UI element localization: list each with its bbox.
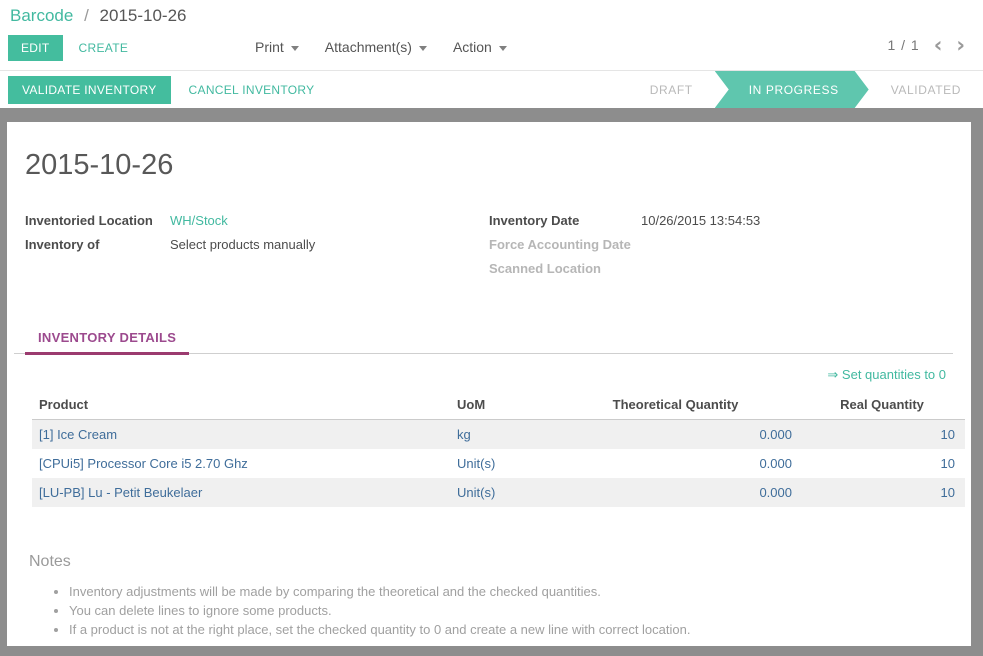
notes-list: Inventory adjustments will be made by co… — [69, 583, 953, 640]
attachments-menu[interactable]: Attachment(s) — [325, 39, 427, 55]
cell-real-quantity[interactable]: 10 — [802, 449, 965, 478]
field-inventory-date: Inventory Date 10/26/2015 13:54:53 — [489, 213, 953, 228]
action-menus: Print Attachment(s) Action — [255, 39, 507, 55]
set-quantities-container: ⇒ Set quantities to 0 — [7, 366, 946, 384]
breadcrumb-separator: / — [84, 6, 89, 25]
sheet-frame: 2015-10-26 Inventoried Location WH/Stock… — [0, 108, 983, 656]
table-row[interactable]: [1] Ice Cream kg 0.000 10 — [32, 419, 965, 450]
table-header-row: Product UoM Theoretical Quantity Real Qu… — [32, 390, 965, 420]
record-buttons: EDIT CREATE — [8, 35, 138, 61]
field-label: Scanned Location — [489, 261, 601, 276]
record-pager: 1 / 1 ‹ › — [887, 35, 965, 56]
field-label: Force Accounting Date — [489, 237, 631, 252]
previous-record-icon[interactable]: ‹ — [934, 35, 943, 56]
state-draft[interactable]: DRAFT — [628, 71, 715, 108]
inventoried-location-link[interactable]: WH/Stock — [170, 213, 228, 228]
cell-product[interactable]: [1] Ice Cream — [32, 420, 450, 450]
field-force-accounting-date: Force Accounting Date — [489, 237, 953, 252]
notes-section: Notes Inventory adjustments will be made… — [29, 553, 953, 640]
note-item: Inventory adjustments will be made by co… — [69, 583, 953, 602]
chevron-down-icon — [290, 45, 299, 51]
inventory-date-value: 10/26/2015 13:54:53 — [641, 213, 761, 228]
header-uom: UoM — [450, 390, 552, 420]
breadcrumb: Barcode / 2015-10-26 — [10, 6, 187, 26]
state-validated[interactable]: VALIDATED — [869, 71, 983, 108]
field-inventory-of: Inventory of Select products manually — [25, 237, 489, 252]
cell-real-quantity[interactable]: 10 — [802, 420, 965, 450]
print-menu-label: Print — [255, 39, 284, 55]
cell-real-quantity[interactable]: 10 — [802, 478, 965, 507]
record-title: 2015-10-26 — [25, 149, 174, 181]
header-product: Product — [32, 390, 450, 420]
header-real-quantity: Real Quantity — [802, 390, 965, 420]
cell-uom[interactable]: Unit(s) — [450, 478, 552, 507]
inventory-lines-table: Product UoM Theoretical Quantity Real Qu… — [32, 390, 965, 507]
field-inventoried-location: Inventoried Location WH/Stock — [25, 213, 489, 228]
set-quantities-to-zero-link[interactable]: ⇒ Set quantities to 0 — [827, 367, 946, 382]
cancel-inventory-button[interactable]: CANCEL INVENTORY — [179, 77, 325, 103]
action-menu-label: Action — [452, 39, 492, 55]
cell-theoretical-quantity[interactable]: 0.000 — [552, 478, 802, 507]
field-label: Inventory of — [25, 237, 100, 252]
breadcrumb-parent-link[interactable]: Barcode — [10, 6, 73, 25]
inventory-of-value: Select products manually — [170, 237, 316, 252]
field-label: Inventory Date — [489, 213, 580, 228]
notes-heading: Notes — [29, 553, 71, 570]
attachments-menu-label: Attachment(s) — [324, 39, 412, 55]
cell-uom[interactable]: Unit(s) — [450, 449, 552, 478]
cell-theoretical-quantity[interactable]: 0.000 — [552, 420, 802, 450]
status-bar: VALIDATE INVENTORY CANCEL INVENTORY DRAF… — [0, 71, 983, 108]
status-bar-buttons: VALIDATE INVENTORY CANCEL INVENTORY — [8, 75, 325, 104]
print-menu[interactable]: Print — [255, 39, 299, 55]
field-group: Inventoried Location WH/Stock Inventory … — [25, 213, 953, 285]
table-row[interactable]: [LU-PB] Lu - Petit Beukelaer Unit(s) 0.0… — [32, 478, 965, 507]
tab-inventory-details[interactable]: INVENTORY DETAILS — [25, 322, 190, 355]
field-label: Inventoried Location — [25, 213, 153, 228]
state-in-progress[interactable]: IN PROGRESS — [715, 71, 869, 108]
header-theoretical-quantity: Theoretical Quantity — [552, 390, 802, 420]
notebook-tabs: INVENTORY DETAILS — [14, 322, 953, 355]
field-column-right: Inventory Date 10/26/2015 13:54:53 Force… — [489, 213, 953, 285]
chevron-down-icon — [418, 45, 427, 51]
create-button[interactable]: CREATE — [69, 35, 139, 61]
field-column-left: Inventoried Location WH/Stock Inventory … — [25, 213, 489, 285]
status-pipeline: DRAFT IN PROGRESS VALIDATED — [628, 71, 983, 108]
chevron-down-icon — [498, 45, 507, 51]
edit-button[interactable]: EDIT — [8, 35, 63, 61]
note-item: If a product is not at the right place, … — [69, 621, 953, 640]
top-bar: Barcode / 2015-10-26 EDIT CREATE Print A… — [0, 0, 983, 71]
breadcrumb-current: 2015-10-26 — [99, 6, 187, 25]
note-item: You can delete lines to ignore some prod… — [69, 602, 953, 621]
next-record-icon[interactable]: › — [956, 35, 965, 56]
cell-theoretical-quantity[interactable]: 0.000 — [552, 449, 802, 478]
form-sheet: 2015-10-26 Inventoried Location WH/Stock… — [7, 122, 971, 646]
cell-product[interactable]: [CPUi5] Processor Core i5 2.70 Ghz — [32, 449, 450, 478]
field-scanned-location: Scanned Location — [489, 261, 953, 276]
cell-uom[interactable]: kg — [450, 420, 552, 450]
validate-inventory-button[interactable]: VALIDATE INVENTORY — [8, 75, 171, 104]
table-row[interactable]: [CPUi5] Processor Core i5 2.70 Ghz Unit(… — [32, 449, 965, 478]
action-menu[interactable]: Action — [453, 39, 507, 55]
pager-count: 1 / 1 — [887, 37, 920, 53]
cell-product[interactable]: [LU-PB] Lu - Petit Beukelaer — [32, 478, 450, 507]
